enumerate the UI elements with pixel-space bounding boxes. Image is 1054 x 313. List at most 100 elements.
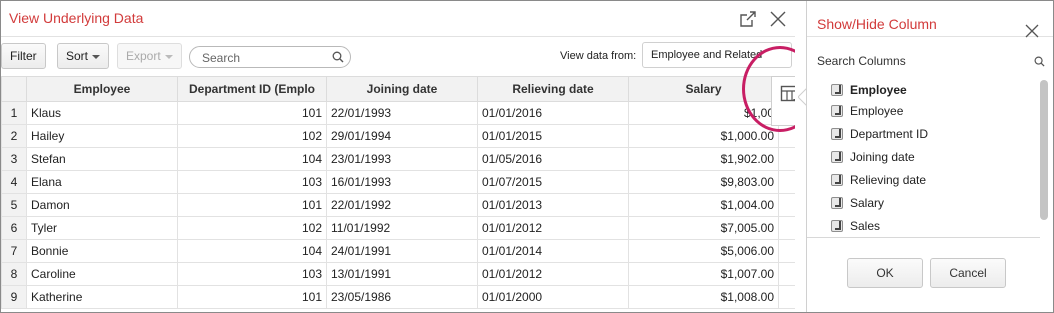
cell-salary: $1,007.00	[628, 262, 779, 286]
checkbox[interactable]	[831, 105, 843, 117]
checkbox[interactable]	[831, 84, 843, 96]
checkbox[interactable]	[831, 220, 843, 232]
cell-relieving-date: 01/01/2014	[477, 239, 629, 263]
checkbox[interactable]	[831, 197, 843, 209]
panel-header: Show/Hide Column	[807, 1, 1053, 38]
column-header-salary[interactable]: Salary	[628, 76, 779, 102]
row-number: 6	[1, 216, 27, 240]
cell-employee: Katherine	[26, 285, 178, 309]
table-row[interactable]: 2 Hailey 102 29/01/1994 01/01/2015 $1,000.00	[1, 124, 795, 148]
dialog-header: View Underlying Data	[1, 1, 795, 37]
column-header-employee[interactable]: Employee	[26, 76, 178, 102]
table-row[interactable]: 7 Bonnie 104 24/01/1991 01/01/2014 $5,006.00	[1, 239, 795, 263]
cell-filler	[778, 193, 795, 217]
cell-relieving-date: 01/01/2016	[477, 101, 629, 125]
checkbox[interactable]	[831, 174, 843, 186]
search-box	[189, 46, 351, 68]
dialog-title: View Underlying Data	[9, 10, 144, 26]
table-row[interactable]: 9 Katherine 101 23/05/1986 01/01/2000 $1,008.…	[1, 285, 795, 309]
view-data-from-label: View data from:	[560, 50, 637, 62]
cell-joining-date: 23/01/1993	[326, 147, 478, 171]
cell-department-id: 104	[177, 147, 327, 171]
cell-relieving-date: 01/01/2012	[477, 216, 629, 240]
cell-filler	[778, 239, 795, 263]
cancel-button[interactable]: Cancel	[930, 258, 1006, 288]
export-label: Export	[126, 49, 161, 63]
cell-department-id: 101	[177, 285, 327, 309]
cell-employee: Caroline	[26, 262, 178, 286]
data-table: Employee Department ID (Emplo Joining da…	[1, 76, 795, 309]
cell-relieving-date: 01/01/2012	[477, 262, 629, 286]
cell-joining-date: 29/01/1994	[326, 124, 478, 148]
row-number: 3	[1, 147, 27, 171]
column-header-department-id[interactable]: Department ID (Emplo	[177, 76, 327, 102]
row-number: 5	[1, 193, 27, 217]
cell-employee: Damon	[26, 193, 178, 217]
cell-joining-date: 23/05/1986	[326, 285, 478, 309]
cell-salary: $7,005.00	[628, 216, 779, 240]
cell-department-id: 101	[177, 193, 327, 217]
open-external-icon[interactable]	[738, 9, 758, 29]
cell-filler	[778, 216, 795, 240]
search-input[interactable]	[202, 50, 322, 65]
cell-employee: Bonnie	[26, 239, 178, 263]
scrollbar[interactable]	[1040, 80, 1048, 220]
cell-filler	[778, 285, 795, 309]
column-toggle-label: Salary	[850, 196, 885, 210]
column-list: Employee Employee Department ID Joining da…	[807, 80, 1040, 238]
cell-department-id: 103	[177, 170, 327, 194]
cell-joining-date: 22/01/1992	[326, 193, 478, 217]
cell-filler	[778, 147, 795, 171]
export-button[interactable]: Export	[117, 43, 182, 69]
cell-salary: $1,004.00	[628, 193, 779, 217]
column-toggle-label: Department ID	[850, 127, 929, 141]
column-search-input[interactable]	[817, 53, 1027, 69]
column-group-label: Employee	[850, 83, 907, 97]
filter-button[interactable]: Filter	[1, 43, 46, 69]
header-row: Employee Department ID (Emplo Joining da…	[1, 76, 795, 102]
column-toggle-label: Relieving date	[850, 173, 927, 187]
table-row[interactable]: 1 Klaus 101 22/01/1993 01/01/2016 $1,00	[1, 101, 795, 125]
close-icon[interactable]	[1023, 22, 1043, 42]
checkbox[interactable]	[831, 128, 843, 140]
table-row[interactable]: 6 Tyler 102 11/01/1992 01/01/2012 $7,005.00	[1, 216, 795, 240]
toolbar: Filter Sort Export View data from: Emplo…	[1, 38, 795, 76]
cell-joining-date: 24/01/1991	[326, 239, 478, 263]
cell-relieving-date: 01/01/2015	[477, 124, 629, 148]
checkbox[interactable]	[831, 151, 843, 163]
table-row[interactable]: 3 Stefan 104 23/01/1993 01/05/2016 $1,902.00	[1, 147, 795, 171]
cell-salary: $1,00	[628, 101, 779, 125]
table-row[interactable]: 8 Caroline 103 13/01/1991 01/01/2012 $1,007.0…	[1, 262, 795, 286]
column-toggle-label: Sales	[850, 219, 881, 233]
cell-relieving-date: 01/07/2015	[477, 170, 629, 194]
search-icon	[332, 51, 344, 63]
table-row[interactable]: 5 Damon 101 22/01/1992 01/01/2013 $1,004.00	[1, 193, 795, 217]
column-search-box	[807, 50, 1053, 74]
column-header-relieving-date[interactable]: Relieving date	[477, 76, 629, 102]
search-icon	[1034, 56, 1045, 67]
cell-salary: $9,803.00	[628, 170, 779, 194]
cell-department-id: 101	[177, 101, 327, 125]
close-icon[interactable]	[768, 9, 788, 29]
table-row[interactable]: 4 Elana 103 16/01/1993 01/07/2015 $9,803.00	[1, 170, 795, 194]
cell-salary: $1,000.00	[628, 124, 779, 148]
row-number: 9	[1, 285, 27, 309]
cell-department-id: 102	[177, 124, 327, 148]
column-header-joining-date[interactable]: Joining date	[326, 76, 478, 102]
row-number: 1	[1, 101, 27, 125]
cell-department-id: 102	[177, 216, 327, 240]
sort-button[interactable]: Sort	[57, 43, 110, 69]
row-number: 4	[1, 170, 27, 194]
row-number: 7	[1, 239, 27, 263]
cell-joining-date: 11/01/1992	[326, 216, 478, 240]
column-chooser-icon	[780, 85, 795, 102]
cell-filler	[778, 124, 795, 148]
view-data-from-select[interactable]: Employee and Related	[642, 42, 792, 68]
cell-joining-date: 13/01/1991	[326, 262, 478, 286]
row-number: 2	[1, 124, 27, 148]
column-chooser-button[interactable]	[771, 76, 795, 126]
ok-button[interactable]: OK	[847, 258, 923, 288]
cell-employee: Tyler	[26, 216, 178, 240]
sort-label: Sort	[66, 49, 89, 63]
column-toggle-label: Employee	[850, 104, 904, 118]
